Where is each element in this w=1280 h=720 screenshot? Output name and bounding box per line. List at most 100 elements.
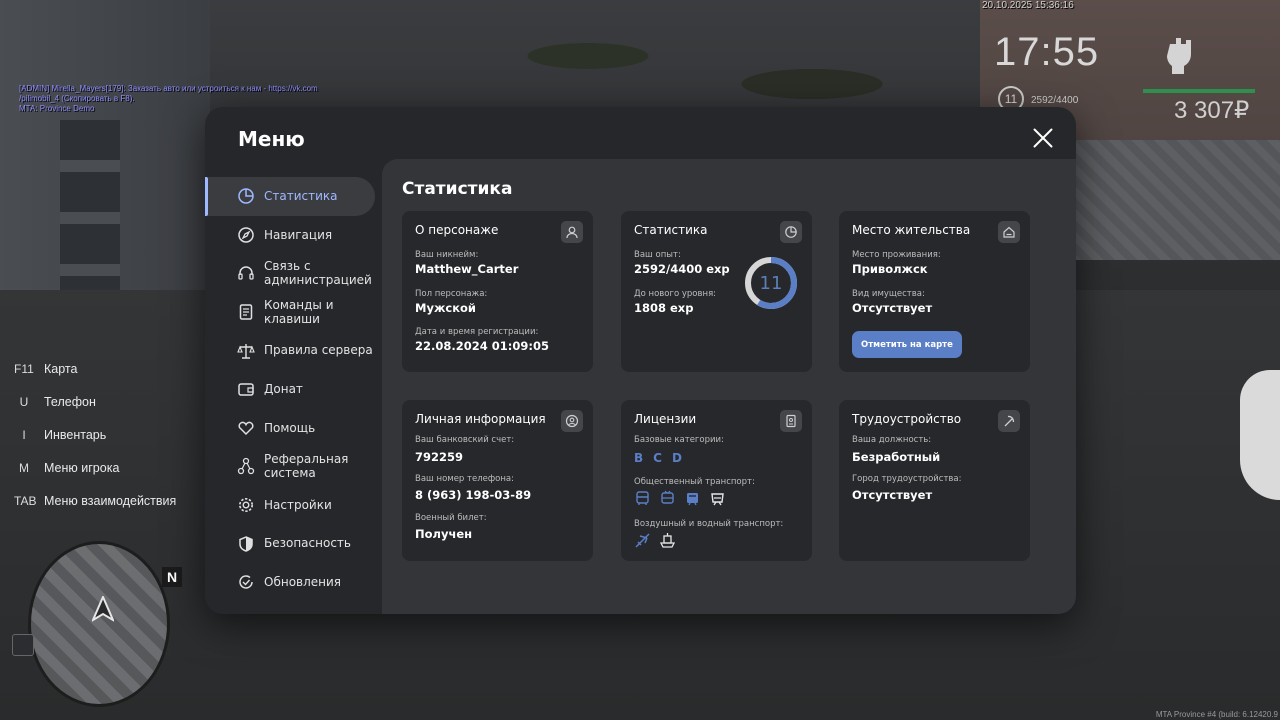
next-level-value: 1808 exp xyxy=(634,301,694,315)
scales-icon xyxy=(237,342,255,360)
hud-money: 3 307₽ xyxy=(1174,97,1250,124)
level-value: 11 xyxy=(759,272,783,294)
field-label: Город трудоустройства: xyxy=(852,474,962,484)
license-category: C xyxy=(653,451,662,465)
nav-item-statistics[interactable]: Статистика xyxy=(205,177,375,216)
field-label: Ваш номер телефона: xyxy=(415,474,514,484)
gender-value: Мужской xyxy=(415,301,476,315)
nav-label: Донат xyxy=(264,382,303,397)
hotkey-key: F11 xyxy=(14,361,34,376)
card-title: Место жительства xyxy=(852,223,971,237)
hotkey-key: M xyxy=(19,460,29,475)
compass-icon xyxy=(237,226,255,244)
content-panel: Статистика О персонаже Ваш никнейм: Matt… xyxy=(382,159,1076,614)
card-title: Статистика xyxy=(634,223,708,237)
nav-label: Обновления xyxy=(264,574,342,589)
metro-icon xyxy=(709,490,726,507)
shield-icon xyxy=(237,535,255,553)
field-label: Дата и время регистрации: xyxy=(415,327,539,337)
nav-label: Навигация xyxy=(264,227,333,242)
air-water-transport-icons xyxy=(634,532,676,549)
field-label: Ваш никнейм: xyxy=(415,250,479,260)
employment-city-value: Отсутствует xyxy=(852,488,933,502)
bus-icon xyxy=(634,490,651,507)
hotkey-label: Карта xyxy=(44,361,78,376)
network-icon xyxy=(237,457,255,475)
background-car xyxy=(1240,370,1280,500)
hud-clock: 17:55 xyxy=(994,30,1100,74)
level-progress-ring: 11 xyxy=(744,256,798,310)
hotkey-label: Инвентарь xyxy=(44,427,107,442)
exp-value: 2592/4400 exp xyxy=(634,262,730,276)
close-button[interactable] xyxy=(1032,127,1054,149)
id-card-icon xyxy=(780,410,802,432)
nav-item-contact-admin[interactable]: Связь с администрацией xyxy=(205,254,375,293)
registration-value: 22.08.2024 01:09:05 xyxy=(415,339,549,353)
tram-icon xyxy=(684,490,701,507)
chat-line: /pilimobil_4 (Скопировать в F8). xyxy=(19,94,135,103)
field-label: Место проживания: xyxy=(852,250,941,260)
pie-chart-icon xyxy=(237,187,255,205)
nav-label: Статистика xyxy=(264,189,338,204)
card-title: Лицензии xyxy=(634,412,697,426)
heart-hands-icon xyxy=(237,419,255,437)
menu-title: Меню xyxy=(238,127,305,151)
nav-label: Связь с администрацией xyxy=(264,258,372,288)
nav-label: Безопасность xyxy=(264,536,351,551)
hud-datetime: 20.10.2025 15:36:16 xyxy=(982,0,1074,11)
hotkey-key: I xyxy=(22,427,26,442)
nav-item-referral[interactable]: Реферальная система xyxy=(205,447,375,486)
nav-item-security[interactable]: Безопасность xyxy=(205,524,375,563)
hotkey-key: U xyxy=(19,394,29,409)
nav-item-help[interactable]: Помощь xyxy=(205,409,375,448)
hotkey-row: F11 Карта xyxy=(14,352,176,385)
card-statistics: Статистика Ваш опыт: 2592/4400 exp До но… xyxy=(621,211,812,372)
card-character: О персонаже Ваш никнейм: Matthew_Carter … xyxy=(402,211,593,372)
voice-icon xyxy=(12,634,34,656)
pie-chart-icon xyxy=(780,221,802,243)
hotkey-row: U Телефон xyxy=(14,385,176,418)
field-label: Вид имущества: xyxy=(852,289,925,299)
card-residence: Место жительства Место проживания: Приво… xyxy=(839,211,1030,372)
user-circle-icon xyxy=(561,410,583,432)
menu-window: Меню Статистика Навигация Связь с админи… xyxy=(205,107,1076,614)
nickname-value: Matthew_Carter xyxy=(415,262,519,276)
nav-label: Реферальная система xyxy=(264,451,349,481)
minimap: N xyxy=(22,541,182,711)
nav-item-rules[interactable]: Правила сервера xyxy=(205,331,375,370)
card-title: О персонаже xyxy=(415,223,499,237)
hud-exp: 2592/4400 xyxy=(1031,95,1079,106)
nav-item-commands[interactable]: Команды и клавиши xyxy=(205,293,375,332)
chat-line: [ADMIN] Mirella_Mayers[179]: Заказать ав… xyxy=(19,84,318,93)
trolleybus-icon xyxy=(659,490,676,507)
license-category: B xyxy=(634,451,644,465)
field-label: Пол персонажа: xyxy=(415,289,488,299)
license-category: D xyxy=(671,451,682,465)
hotkey-row: TAB Меню взаимодействия xyxy=(14,484,176,517)
hotkey-label: Телефон xyxy=(44,394,96,409)
hotkey-row: I Инвентарь xyxy=(14,418,176,451)
refresh-check-icon xyxy=(237,573,255,591)
nav-label: Настройки xyxy=(264,497,332,512)
document-icon xyxy=(237,303,255,321)
mark-on-map-button[interactable]: Отметить на карте xyxy=(852,331,962,358)
nav-item-settings[interactable]: Настройки xyxy=(205,486,375,525)
background-wall xyxy=(1070,140,1280,260)
user-icon xyxy=(561,221,583,243)
nav-label: Правила сервера xyxy=(264,343,373,358)
nav-label: Команды и клавиши xyxy=(264,297,334,327)
minimap-map xyxy=(28,541,170,707)
nav-item-donate[interactable]: Донат xyxy=(205,370,375,409)
field-label: Общественный транспорт: xyxy=(634,477,755,487)
phone-value: 8 (963) 198-03-89 xyxy=(415,488,532,502)
hotkey-list: F11 Карта U Телефон I Инвентарь M Меню игрок… xyxy=(14,352,176,517)
field-label: Базовые категории: xyxy=(634,435,724,445)
hotkey-row: M Меню игрока xyxy=(14,451,176,484)
menu-sidebar: Статистика Навигация Связь с администрац… xyxy=(205,177,382,602)
player-marker-icon xyxy=(90,594,116,623)
boat-icon xyxy=(659,532,676,549)
gear-icon xyxy=(237,496,255,514)
nav-item-navigation[interactable]: Навигация xyxy=(205,216,375,255)
fist-icon xyxy=(1162,34,1198,76)
nav-item-updates[interactable]: Обновления xyxy=(205,563,375,602)
